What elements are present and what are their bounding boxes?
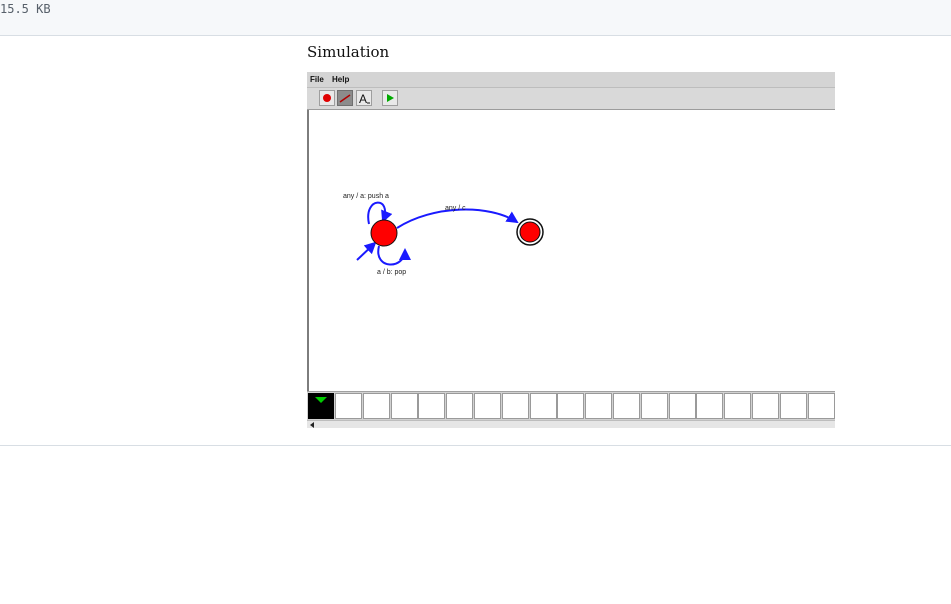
state-tool-button[interactable]	[319, 90, 335, 106]
diagram-canvas[interactable]: any / a: push a a / b: pop any / c	[307, 110, 835, 391]
tape-cell[interactable]	[668, 393, 696, 419]
input-tape	[307, 391, 835, 420]
tape-cell[interactable]	[585, 393, 613, 419]
run-button[interactable]	[382, 90, 398, 106]
tape-cell[interactable]	[335, 393, 362, 419]
initial-arrow	[356, 241, 377, 261]
tape-cell[interactable]	[752, 393, 779, 419]
tape-cell[interactable]	[501, 393, 529, 419]
state-q1[interactable]	[519, 221, 541, 243]
menu-help[interactable]: Help	[332, 75, 349, 84]
menu-file[interactable]: File	[310, 75, 324, 84]
tape-cell[interactable]	[724, 393, 752, 419]
menu-bar: File Help	[307, 72, 835, 88]
tape-head-cell[interactable]	[308, 393, 334, 419]
transition-q0-q1	[396, 208, 519, 229]
transition-label-pop: a / b: pop	[377, 269, 406, 276]
transition-tool-icon	[339, 94, 351, 103]
state-tool-icon	[323, 94, 331, 102]
scroll-left-icon[interactable]	[309, 422, 316, 428]
transition-tool-button[interactable]	[337, 90, 353, 106]
tape-cell[interactable]	[640, 393, 668, 419]
content-divider	[0, 445, 951, 446]
file-size: 15.5 KB	[0, 2, 51, 16]
tape-cell[interactable]	[696, 393, 724, 419]
self-loop-bottom	[377, 245, 411, 266]
run-icon	[387, 94, 394, 102]
tape-cell[interactable]	[474, 393, 501, 419]
text-tool-icon: A	[359, 92, 370, 105]
state-q0[interactable]	[370, 219, 398, 247]
text-tool-button[interactable]: A	[356, 90, 372, 106]
tape-cell[interactable]	[779, 393, 807, 419]
transition-label-c: any / c	[445, 205, 466, 212]
tape-cell[interactable]	[529, 393, 557, 419]
tape-cell[interactable]	[807, 393, 835, 419]
tape-cell[interactable]	[613, 393, 640, 419]
file-header: 15.5 KB	[0, 0, 951, 36]
image-caption: Simulation	[307, 43, 390, 61]
tape-cell[interactable]	[390, 393, 418, 419]
tape-head-marker-icon	[315, 397, 327, 403]
tape-cell[interactable]	[446, 393, 474, 419]
automaton-simulator-window: File Help A any / a: push a a / b: pop a…	[307, 72, 835, 428]
toolbar: A	[307, 88, 835, 110]
automaton-diagram: any / a: push a a / b: pop any / c	[343, 193, 544, 276]
horizontal-scrollbar[interactable]	[307, 420, 835, 428]
transition-label-push: any / a: push a	[343, 193, 389, 200]
svg-text:A: A	[359, 92, 367, 105]
tape-cell[interactable]	[557, 393, 585, 419]
tape-cell[interactable]	[362, 393, 390, 419]
tape-cell[interactable]	[418, 393, 446, 419]
